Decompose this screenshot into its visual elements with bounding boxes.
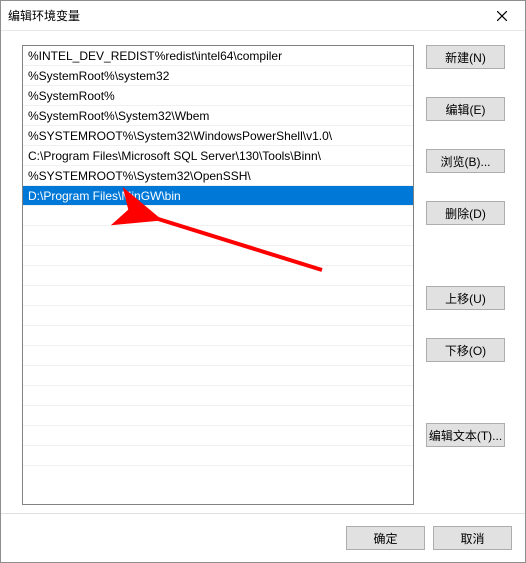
list-item-empty[interactable]: . [23,286,413,306]
list-item[interactable]: %SystemRoot%\System32\Wbem [23,106,413,126]
list-item-empty[interactable]: . [23,246,413,266]
list-item[interactable]: C:\Program Files\Microsoft SQL Server\13… [23,146,413,166]
close-button[interactable] [479,1,525,30]
list-item[interactable]: %SYSTEMROOT%\System32\WindowsPowerShell\… [23,126,413,146]
window-title: 编辑环境变量 [8,7,479,24]
list-item[interactable]: %SystemRoot% [23,86,413,106]
content-area: %INTEL_DEV_REDIST%redist\intel64\compile… [1,31,525,513]
list-item-empty[interactable]: . [23,266,413,286]
path-list[interactable]: %INTEL_DEV_REDIST%redist\intel64\compile… [22,45,414,505]
titlebar: 编辑环境变量 [1,1,525,31]
close-icon [497,11,507,21]
moveup-button[interactable]: 上移(U) [426,286,505,310]
delete-button[interactable]: 删除(D) [426,201,505,225]
new-button[interactable]: 新建(N) [426,45,505,69]
list-item[interactable]: %SystemRoot%\system32 [23,66,413,86]
list-item-empty[interactable]: . [23,366,413,386]
list-item[interactable]: %SYSTEMROOT%\System32\OpenSSH\ [23,166,413,186]
list-item-empty[interactable]: . [23,386,413,406]
list-item[interactable]: %INTEL_DEV_REDIST%redist\intel64\compile… [23,46,413,66]
browse-button[interactable]: 浏览(B)... [426,149,505,173]
list-item-empty[interactable]: . [23,326,413,346]
list-item-empty[interactable]: . [23,426,413,446]
list-item-empty[interactable]: . [23,346,413,366]
button-column: 新建(N) 编辑(E) 浏览(B)... 删除(D) 上移(U) 下移(O) 编… [426,45,505,505]
list-item[interactable]: D:\Program Files\MinGW\bin [23,186,413,206]
list-item-empty[interactable]: . [23,306,413,326]
cancel-button[interactable]: 取消 [433,526,512,550]
list-item-empty[interactable]: . [23,446,413,466]
ok-button[interactable]: 确定 [346,526,425,550]
edit-button[interactable]: 编辑(E) [426,97,505,121]
list-item-empty[interactable]: . [23,406,413,426]
movedown-button[interactable]: 下移(O) [426,338,505,362]
list-item-empty[interactable]: . [23,226,413,246]
list-item-empty[interactable]: . [23,206,413,226]
footer: 确定 取消 [1,513,525,562]
edittext-button[interactable]: 编辑文本(T)... [426,423,505,447]
